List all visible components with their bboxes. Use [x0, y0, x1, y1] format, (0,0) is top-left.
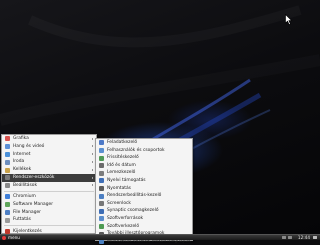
frissiteskezelo-icon	[98, 155, 104, 161]
rendszer-eszkozok-icon	[4, 175, 10, 181]
hang-es-video-icon	[4, 144, 10, 150]
nyomtatas-icon	[98, 185, 104, 191]
main-menu-item-label: Iroda	[13, 159, 25, 165]
submenu-item-nyelvi-tamogatas[interactable]: Nyelvi támogatás	[96, 177, 192, 185]
submenu-item-label: Frissítéskezelő	[107, 155, 139, 161]
submenu-item-label: Rendszerbeállítás-kezelő	[107, 193, 162, 199]
main-menu-item-rendszer-eszkozok[interactable]: Rendszer-eszközök	[2, 173, 96, 182]
beallitasok-icon	[4, 183, 10, 189]
main-menu-item-iroda[interactable]: Iroda	[2, 158, 96, 166]
menu-separator	[4, 225, 94, 227]
main-menu-item-label: Rendszer-eszközök	[13, 174, 55, 180]
clock[interactable]: 12:44	[298, 235, 310, 240]
main-menu-item-label: Grafika	[13, 136, 29, 141]
submenu-item-label: Feladatkezelő	[107, 140, 138, 145]
main-menu-item-label: Beállítások	[13, 182, 37, 188]
submenu-arrow-icon	[92, 176, 93, 179]
main-menu-item-label: File Manager	[13, 209, 41, 215]
submenu-arrow-icon	[92, 153, 93, 156]
submenu-item-label: Nyelvi támogatás	[107, 177, 146, 183]
main-menu-item-label: Kijelentkezés	[13, 228, 42, 234]
submenu-arrow-icon	[92, 137, 93, 140]
kellekek-icon	[4, 167, 10, 173]
submenu-arrow-icon	[92, 145, 93, 148]
main-menu-item-futtatas[interactable]: Futtatás	[2, 216, 96, 224]
show-desktop-icon[interactable]	[313, 235, 317, 240]
start-menu-button[interactable]: menu	[1, 235, 23, 240]
submenu-item-rendszerbeallitas-kezelo[interactable]: Rendszerbeállítás-kezelő	[96, 192, 192, 200]
ido-es-datum-icon	[98, 163, 104, 169]
volume-icon[interactable]	[288, 235, 292, 240]
submenu-arrow-icon	[92, 160, 93, 163]
main-menu-item-label: Hang és videó	[13, 143, 45, 149]
futtatas-icon	[4, 217, 10, 223]
start-menu-label: menu	[8, 235, 20, 240]
file-manager-icon	[4, 209, 10, 215]
submenu-item-label: Lemezkezelő	[107, 170, 136, 176]
main-menu-item-kellekek[interactable]: Kellékek	[2, 166, 96, 174]
main-menu-item-beallitasok[interactable]: Beállítások	[2, 182, 96, 190]
felhasznalok-es-csoportok-icon	[98, 147, 104, 153]
main-menu-item-label: Kellékek	[13, 167, 32, 173]
submenu-item-label: Synaptic csomagkezelő	[107, 208, 159, 214]
submenu-arrow-icon	[92, 168, 93, 171]
submenu-item-szoftverkezelo[interactable]: Szoftverkezelő	[96, 223, 192, 231]
submenu-item-nyomtatas[interactable]: Nyomtatás	[96, 185, 192, 193]
rendszerbeallitas-kezelo-icon	[98, 193, 104, 199]
submenu-item-label: Screenlock	[107, 200, 131, 206]
submenu-item-felhasznalok-es-csoportok[interactable]: Felhasználók és csoportok	[96, 147, 192, 155]
feladatkezelo-icon	[98, 140, 104, 146]
main-menu-item-label: Internet	[13, 151, 31, 157]
menu-separator	[4, 190, 94, 192]
internet-icon	[4, 151, 10, 157]
main-menu-item-label: Software Manager	[13, 201, 53, 207]
grafika-icon	[4, 136, 10, 142]
software-manager-icon	[4, 202, 10, 208]
main-menu-item-file-manager[interactable]: File Manager	[2, 209, 96, 217]
main-menu-item-label: Futtatás	[13, 217, 31, 223]
mouse-cursor-icon	[285, 14, 293, 26]
main-menu-item-label: Chromium	[13, 193, 36, 199]
main-menu-item-internet[interactable]: Internet	[2, 151, 96, 159]
submenu-item-szoftverforrasok[interactable]: Szoftverforrások	[96, 215, 192, 223]
submenu-item-lemezkezelo[interactable]: Lemezkezelő	[96, 169, 192, 177]
network-icon[interactable]	[282, 235, 286, 240]
submenu-item-frissiteskezelo[interactable]: Frissítéskezelő	[96, 154, 192, 162]
submenu-item-label: Felhasználók és csoportok	[107, 147, 165, 153]
submenu-item-label: Szoftverkezelő	[107, 223, 140, 229]
szoftverforrasok-icon	[98, 216, 104, 222]
submenu-item-feladatkezelo[interactable]: Feladatkezelő	[96, 139, 192, 147]
submenu-item-label: Idő és dátum	[107, 162, 136, 168]
main-menu-item-chromium[interactable]: Chromium	[2, 193, 96, 201]
taskbar: menu 12:44	[0, 234, 320, 240]
chromium-icon	[4, 194, 10, 200]
submenu-item-label: Szoftverforrások	[107, 215, 144, 221]
main-menu-item-hang-es-video[interactable]: Hang és videó	[2, 143, 96, 151]
nyelvi-tamogatas-icon	[98, 178, 104, 184]
screenlock-icon	[98, 201, 104, 207]
main-menu: Grafika Hang és videó Internet Iroda Kelléke…	[1, 134, 97, 234]
submenu-arrow-icon	[92, 184, 93, 187]
main-menu-item-grafika[interactable]: Grafika	[2, 135, 96, 143]
iroda-icon	[4, 159, 10, 165]
main-menu-item-software-manager[interactable]: Software Manager	[2, 201, 96, 209]
menu-logo-icon	[2, 235, 6, 240]
lemezkezelo-icon	[98, 170, 104, 176]
submenu-item-synaptic-csomagkezelo[interactable]: Synaptic csomagkezelő	[96, 207, 192, 215]
synaptic-csomagkezelo-icon	[98, 208, 104, 214]
submenu-item-label: Nyomtatás	[107, 185, 131, 191]
submenu-item-screenlock[interactable]: Screenlock	[96, 200, 192, 208]
szoftverkezelo-icon	[98, 223, 104, 229]
submenu-item-ido-es-datum[interactable]: Idő és dátum	[96, 162, 192, 170]
system-tools-submenu: Feladatkezelő Felhasználók és csoportok Fr…	[95, 138, 193, 245]
